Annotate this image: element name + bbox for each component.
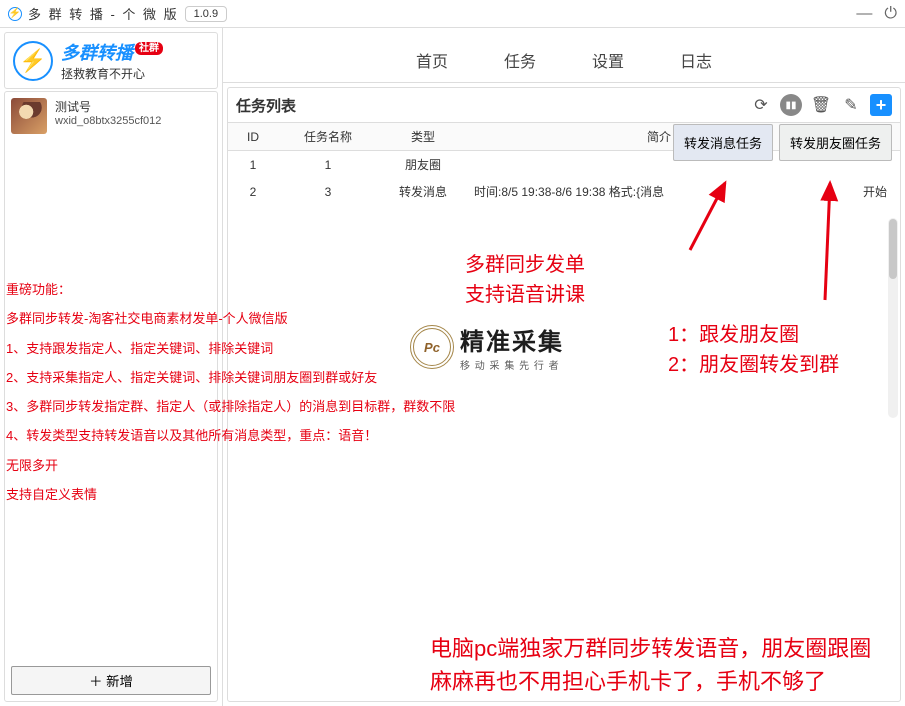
brand-name: 多群转播 [61, 43, 133, 63]
edit-icon[interactable]: ✎ [840, 94, 862, 116]
panel-title: 任务列表 [236, 95, 296, 116]
user-nickname: 测试号 [55, 98, 161, 115]
add-account-button[interactable]: ＋ 新增 [11, 666, 211, 695]
brand-logo-icon: ⚡ [13, 41, 53, 81]
app-logo-icon: ⚡ [8, 7, 22, 21]
version-badge: 1.0.9 [185, 6, 227, 22]
user-wxid: wxid_o8btx3255cf012 [55, 115, 161, 127]
delete-icon[interactable]: 🗑 [810, 94, 832, 116]
col-type: 类型 [378, 123, 468, 151]
forward-message-task-button[interactable]: 转发消息任务 [673, 124, 773, 161]
brand-box: ⚡ 多群转播社群 拯救教育不开心 [4, 32, 218, 89]
pause-icon[interactable]: ▮▮ [780, 94, 802, 116]
tab-logs[interactable]: 日志 [680, 48, 712, 72]
brand-badge: 社群 [135, 42, 163, 55]
scrollbar[interactable] [888, 218, 898, 418]
tab-home[interactable]: 首页 [416, 48, 448, 72]
refresh-icon[interactable]: ⟳ [750, 94, 772, 116]
avatar[interactable] [11, 98, 47, 134]
tab-tasks[interactable]: 任务 [504, 48, 536, 72]
user-box: 测试号 wxid_o8btx3255cf012 ＋ 新增 [4, 91, 218, 702]
power-icon[interactable]: ⏻ [884, 5, 897, 23]
tab-settings[interactable]: 设置 [592, 48, 624, 72]
table-row[interactable]: 2 3 转发消息 时间:8/5 19:38-8/6 19:38 格式:{消息 开… [228, 178, 900, 205]
forward-moments-task-button[interactable]: 转发朋友圈任务 [779, 124, 892, 161]
task-panel: 任务列表 ⟳ ▮▮ 🗑 ✎ + ID 任务名称 类型 简介 [227, 87, 901, 702]
minimize-icon[interactable]: — [856, 5, 872, 23]
float-button-group: 转发消息任务 转发朋友圈任务 [673, 124, 892, 161]
add-task-button[interactable]: + [870, 94, 892, 116]
col-id: ID [228, 123, 278, 151]
sidebar: ⚡ 多群转播社群 拯救教育不开心 测试号 wxid_o8btx3255cf012… [0, 28, 223, 706]
content: 首页 任务 设置 日志 任务列表 ⟳ ▮▮ 🗑 ✎ + ID 任务名称 [223, 28, 905, 706]
titlebar: ⚡ 多 群 转 播 - 个 微 版 1.0.9 — ⏻ [0, 0, 905, 28]
brand-slogan: 拯救教育不开心 [61, 65, 163, 82]
app-title: 多 群 转 播 - 个 微 版 [28, 4, 179, 23]
main-tabs: 首页 任务 设置 日志 [223, 28, 905, 83]
col-name: 任务名称 [278, 123, 378, 151]
